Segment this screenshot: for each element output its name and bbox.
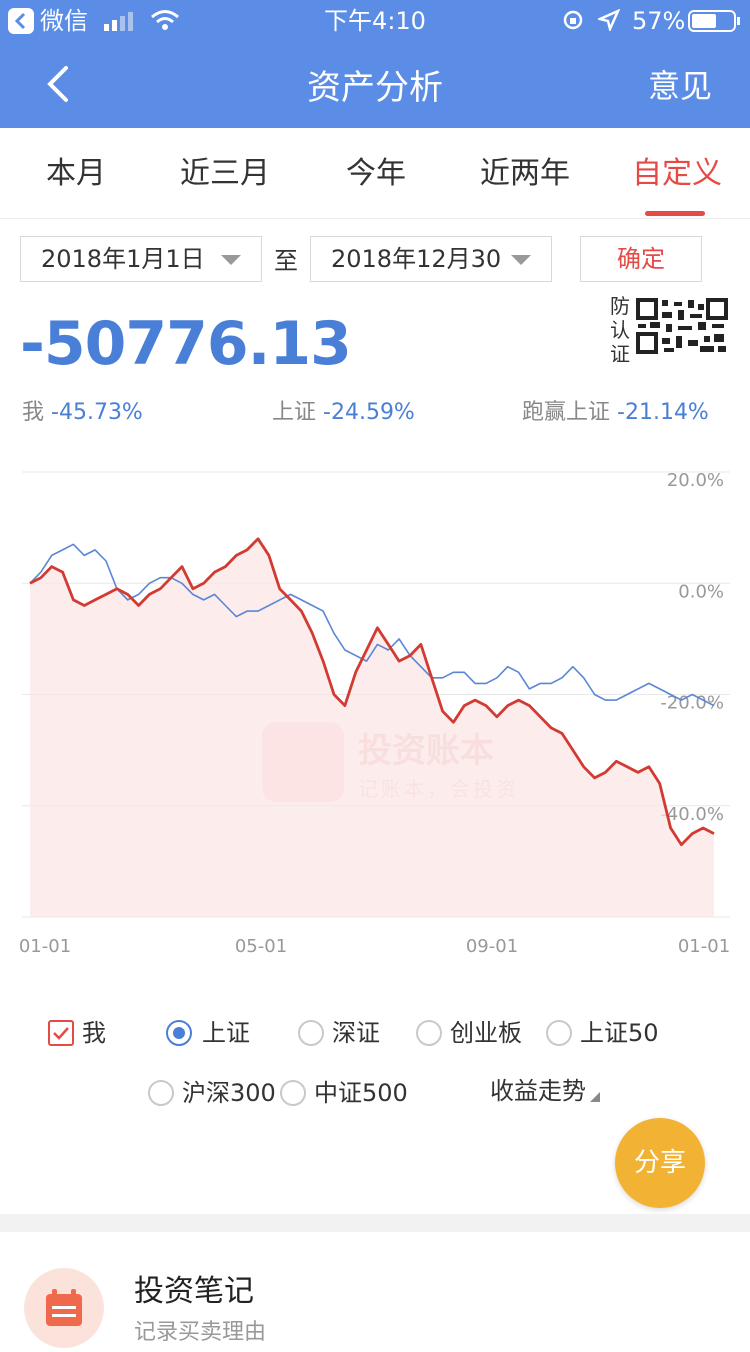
x-tick-label: 01-01 [19, 936, 71, 957]
x-tick-label: 05-01 [235, 936, 287, 957]
active-tab-indicator [645, 211, 705, 216]
compare-sse50-radio[interactable]: 上证50 [546, 1018, 686, 1048]
calendar-icon [24, 1268, 104, 1348]
compare-chinext-radio[interactable]: 创业板 [416, 1018, 546, 1048]
battery-percent: 57% [632, 7, 686, 35]
start-date-select[interactable]: 2018年1月1日 [20, 236, 262, 282]
section-divider [0, 1214, 750, 1232]
chevron-down-icon [221, 255, 241, 265]
trend-mode-label: 收益走势 [490, 1077, 586, 1105]
tab-last-three-months[interactable]: 近三月 [180, 152, 270, 196]
option-label: 中证500 [314, 1079, 408, 1107]
carrier-label: 微信 [40, 7, 88, 35]
confirm-button[interactable]: 确定 [580, 236, 702, 282]
x-tick-label: 01-01 [678, 936, 730, 957]
radio-icon [416, 1020, 442, 1046]
anti-fake-cert-label: 防 认 证 [610, 294, 634, 366]
tabs-divider [0, 218, 750, 219]
radio-selected-icon [166, 1020, 192, 1046]
tab-this-month[interactable]: 本月 [46, 152, 106, 196]
tab-this-year[interactable]: 今年 [346, 152, 406, 196]
option-label: 创业板 [450, 1019, 522, 1047]
option-label: 上证50 [580, 1019, 659, 1047]
back-app-icon[interactable] [8, 8, 34, 34]
feedback-button[interactable]: 意见 [648, 64, 712, 108]
wifi-icon [150, 8, 180, 32]
radio-icon [280, 1080, 306, 1106]
compare-szse-radio[interactable]: 深证 [298, 1018, 408, 1048]
tab-last-two-years[interactable]: 近两年 [480, 152, 570, 196]
radio-icon [298, 1020, 324, 1046]
radio-icon [546, 1020, 572, 1046]
option-label: 上证 [202, 1019, 250, 1047]
compare-csi500-radio[interactable]: 中证500 [280, 1078, 410, 1108]
end-date-select[interactable]: 2018年12月30 [310, 236, 552, 282]
option-label: 沪深300 [182, 1079, 276, 1107]
rotation-lock-icon [562, 9, 584, 31]
option-label: 深证 [332, 1019, 380, 1047]
y-tick-label: -20.0% [660, 693, 724, 714]
x-tick-label: 09-01 [466, 936, 518, 957]
stat-value: -45.73% [51, 400, 143, 425]
page-title: 资产分析 [307, 68, 443, 108]
qr-code [636, 298, 728, 354]
y-tick-label: 0.0% [678, 581, 724, 602]
compare-sse-radio[interactable]: 上证 [166, 1018, 286, 1048]
stat-label: 上证 [272, 400, 317, 425]
compare-csi300-radio[interactable]: 沪深300 [148, 1078, 278, 1108]
option-label: 我 [82, 1019, 106, 1047]
notes-subtitle: 记录买卖理由 [134, 1320, 267, 1345]
checkbox-checked-icon [48, 1020, 74, 1046]
stat-me: 我 -45.73% [22, 398, 143, 428]
chevron-down-icon [511, 255, 531, 265]
total-profit-amount: -50776.13 [20, 309, 352, 379]
cert-char: 防 [610, 294, 630, 318]
radio-icon [148, 1080, 174, 1106]
location-icon [596, 8, 621, 33]
cert-char: 证 [610, 342, 630, 366]
stat-label: 我 [22, 400, 45, 425]
stat-value: -21.14% [617, 400, 709, 425]
return-chart: 投资账本记账本，会投资20.0%0.0%-20.0%-40.0%01-0105-… [19, 470, 730, 957]
y-tick-label: 20.0% [667, 470, 724, 491]
battery-icon [688, 10, 742, 32]
stat-value: -24.59% [323, 400, 415, 425]
corner-triangle-icon [590, 1092, 600, 1102]
investment-notes-item[interactable]: 投资笔记 记录买卖理由 [0, 1232, 750, 1348]
end-date-value: 2018年12月30 [331, 245, 502, 273]
trend-mode-dropdown[interactable]: 收益走势 [490, 1076, 610, 1108]
share-button[interactable]: 分享 [615, 1118, 705, 1208]
clock: 下午4:10 [324, 7, 426, 35]
cert-char: 认 [610, 318, 630, 342]
signal-icon [104, 10, 140, 32]
tab-custom[interactable]: 自定义 [632, 152, 722, 196]
share-label: 分享 [633, 1148, 686, 1178]
stat-beat-sse: 跑赢上证 -21.14% [522, 398, 709, 428]
date-separator: 至 [274, 247, 298, 275]
stat-label: 跑赢上证 [522, 400, 611, 425]
notes-title: 投资笔记 [134, 1274, 254, 1309]
stat-sse: 上证 -24.59% [272, 398, 415, 428]
start-date-value: 2018年1月1日 [41, 245, 205, 273]
series-me-area [30, 538, 714, 917]
